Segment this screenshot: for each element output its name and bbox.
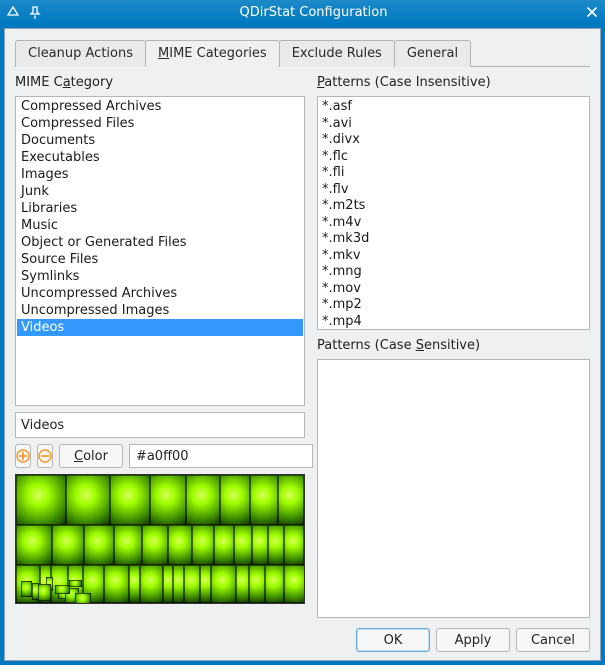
category-name-input[interactable]: [15, 412, 305, 438]
treemap-cell: [16, 525, 52, 565]
apply-button[interactable]: Apply: [436, 628, 510, 652]
list-item[interactable]: Libraries: [17, 200, 303, 217]
tab-general[interactable]: General: [394, 40, 471, 67]
treemap-cell: [284, 525, 304, 565]
titlebar-left-controls: [4, 3, 44, 21]
treemap-cell: [55, 585, 70, 594]
pattern-line: *.m4v: [322, 215, 585, 232]
treemap-cell: [66, 475, 110, 525]
treemap-cell: [142, 525, 168, 565]
pattern-line: *.mk3d: [322, 231, 585, 248]
treemap-cell: [234, 525, 252, 565]
patterns-ci-textbox[interactable]: *.asf*.avi*.divx*.flc*.fli*.flv*.m2ts*.m…: [317, 96, 590, 330]
tab-exclude-rules[interactable]: Exclude Rules: [279, 40, 395, 67]
patterns-cs-textbox[interactable]: [317, 359, 590, 618]
titlebar-right-controls: [583, 3, 601, 21]
treemap-cell: [32, 583, 39, 600]
pattern-line: *.m2ts: [322, 198, 585, 215]
pattern-line: *.mp4: [322, 314, 585, 331]
color-button[interactable]: Color: [59, 444, 123, 468]
list-item[interactable]: Compressed Files: [17, 115, 303, 132]
treemap-cell: [69, 580, 81, 587]
treemap-cell: [173, 565, 184, 603]
titlebar: QDirStat Configuration: [0, 0, 605, 24]
pattern-line: *.mng: [322, 264, 585, 281]
cancel-button[interactable]: Cancel: [516, 628, 590, 652]
treemap-cell: [84, 525, 114, 565]
treemap-cell: [268, 525, 284, 565]
pattern-line: *.fli: [322, 165, 585, 182]
close-icon[interactable]: [583, 3, 601, 21]
treemap-cell: [284, 565, 305, 603]
treemap-cell: [249, 565, 265, 603]
list-item[interactable]: Symlinks: [17, 268, 303, 285]
patterns-ci-label: Patterns (Case Insensitive): [317, 75, 590, 90]
right-column: Patterns (Case Insensitive) *.asf*.avi*.…: [317, 73, 590, 618]
dialog-button-row: OK Apply Cancel: [15, 624, 590, 652]
treemap-cell: [186, 475, 220, 525]
list-item[interactable]: Source Files: [17, 251, 303, 268]
list-item[interactable]: Uncompressed Archives: [17, 285, 303, 302]
tab-content: MIME Category Compressed ArchivesCompres…: [15, 73, 590, 618]
list-item[interactable]: Videos: [17, 319, 303, 336]
pin-icon[interactable]: [26, 3, 44, 21]
treemap-cell: [250, 475, 278, 525]
window-menu-icon[interactable]: [4, 3, 22, 21]
pattern-line: *.divx: [322, 132, 585, 149]
treemap-cell: [150, 475, 186, 525]
left-column: MIME Category Compressed ArchivesCompres…: [15, 73, 305, 618]
ok-button[interactable]: OK: [356, 628, 430, 652]
treemap-cell: [200, 565, 211, 603]
category-controls-row: Color: [15, 444, 305, 468]
treemap-cell: [252, 525, 268, 565]
treemap-cell: [236, 565, 249, 603]
treemap-cell: [104, 565, 129, 603]
pattern-line: *.flv: [322, 182, 585, 199]
list-item[interactable]: Junk: [17, 183, 303, 200]
treemap-cell: [140, 565, 163, 603]
tab-mime-categories[interactable]: MIME Categories: [145, 40, 280, 67]
color-value-input[interactable]: [129, 444, 313, 468]
treemap-cell: [211, 565, 236, 603]
treemap-cell: [163, 565, 173, 603]
list-item[interactable]: Object or Generated Files: [17, 234, 303, 251]
list-item[interactable]: Images: [17, 166, 303, 183]
list-item[interactable]: Documents: [17, 132, 303, 149]
treemap-cell: [75, 593, 91, 604]
config-window: QDirStat Configuration Cleanup Actions M…: [0, 0, 605, 665]
mime-category-label: MIME Category: [15, 75, 305, 90]
treemap-cell: [265, 565, 284, 603]
list-item[interactable]: Executables: [17, 149, 303, 166]
treemap-cell: [21, 581, 33, 598]
treemap-cell: [114, 525, 142, 565]
pattern-line: *.asf: [322, 99, 585, 116]
pattern-line: *.mkv: [322, 248, 585, 265]
pattern-line: *.mp2: [322, 297, 585, 314]
add-category-button[interactable]: [15, 444, 31, 468]
treemap-cell: [278, 475, 304, 525]
treemap-cell: [220, 475, 250, 525]
remove-category-button[interactable]: [37, 444, 53, 468]
pattern-line: *.flc: [322, 149, 585, 166]
treemap-cell: [192, 525, 214, 565]
window-title: QDirStat Configuration: [44, 5, 583, 20]
mime-category-list[interactable]: Compressed ArchivesCompressed FilesDocum…: [15, 96, 305, 406]
list-item[interactable]: Compressed Archives: [17, 98, 303, 115]
pattern-line: *.mov: [322, 281, 585, 298]
treemap-cell: [129, 565, 140, 603]
list-item[interactable]: Music: [17, 217, 303, 234]
client-area: Cleanup Actions MIME Categories Exclude …: [4, 28, 601, 661]
treemap-cell: [110, 475, 150, 525]
list-item[interactable]: Uncompressed Images: [17, 302, 303, 319]
treemap-cell: [16, 475, 66, 525]
treemap-cell: [168, 525, 192, 565]
pattern-line: *.avi: [322, 116, 585, 133]
tab-cleanup-actions[interactable]: Cleanup Actions: [15, 40, 146, 67]
treemap-cell: [52, 525, 84, 565]
treemap-cell: [184, 565, 200, 603]
treemap-preview: [15, 474, 305, 604]
tab-bar: Cleanup Actions MIME Categories Exclude …: [15, 39, 590, 67]
patterns-cs-label: Patterns (Case Sensitive): [317, 338, 590, 353]
treemap-cell: [214, 525, 234, 565]
